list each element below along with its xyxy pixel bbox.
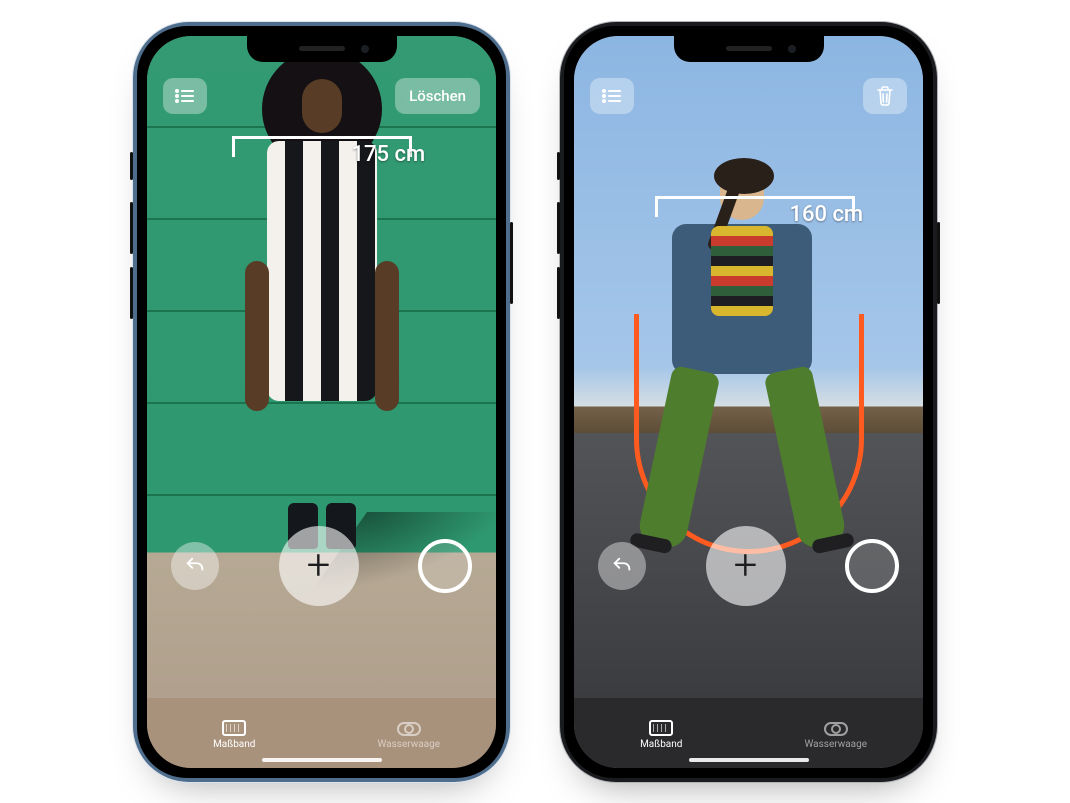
tab-measure[interactable]: Maßband	[574, 698, 749, 750]
tab-label: Wasserwaage	[804, 739, 867, 750]
phone-right: 160 cm + Maßband	[560, 22, 937, 782]
undo-button[interactable]	[171, 542, 219, 590]
side-button	[130, 267, 133, 319]
tab-measure[interactable]: Maßband	[147, 698, 322, 750]
trash-icon	[876, 86, 894, 106]
ruler-icon	[222, 720, 246, 736]
home-indicator[interactable]	[262, 758, 382, 762]
screen: Löschen 175 cm +	[147, 36, 496, 768]
person-figure	[657, 168, 827, 552]
screen: 160 cm + Maßband	[574, 36, 923, 768]
side-button	[557, 202, 560, 254]
measurements-list-button[interactable]	[590, 78, 634, 114]
camera-view[interactable]: 160 cm +	[574, 36, 923, 698]
notch	[247, 36, 397, 62]
side-button	[557, 267, 560, 319]
plus-icon: +	[734, 545, 758, 587]
undo-icon	[184, 555, 206, 577]
tab-label: Maßband	[213, 739, 255, 750]
list-icon	[602, 89, 622, 103]
plus-icon: +	[307, 545, 331, 587]
add-point-button[interactable]: +	[279, 526, 359, 606]
shutter-button[interactable]	[418, 539, 472, 593]
side-button	[937, 222, 940, 304]
add-point-button[interactable]: +	[706, 526, 786, 606]
undo-icon	[611, 555, 633, 577]
measurements-list-button[interactable]	[163, 78, 207, 114]
notch	[674, 36, 824, 62]
home-indicator[interactable]	[689, 758, 809, 762]
tab-label: Wasserwaage	[377, 739, 440, 750]
side-button	[557, 152, 560, 180]
camera-view[interactable]: Löschen 175 cm +	[147, 36, 496, 698]
phone-left: Löschen 175 cm +	[133, 22, 510, 782]
delete-button[interactable]	[863, 78, 907, 114]
level-icon	[824, 722, 848, 736]
clear-button[interactable]: Löschen	[395, 78, 480, 114]
tab-level[interactable]: Wasserwaage	[322, 698, 497, 750]
person-figure	[247, 135, 397, 545]
list-icon	[175, 89, 195, 103]
level-icon	[397, 722, 421, 736]
shutter-button[interactable]	[845, 539, 899, 593]
tab-level[interactable]: Wasserwaage	[749, 698, 924, 750]
ruler-icon	[649, 720, 673, 736]
side-button	[130, 202, 133, 254]
side-button	[130, 152, 133, 180]
side-button	[510, 222, 513, 304]
undo-button[interactable]	[598, 542, 646, 590]
tab-label: Maßband	[640, 739, 682, 750]
